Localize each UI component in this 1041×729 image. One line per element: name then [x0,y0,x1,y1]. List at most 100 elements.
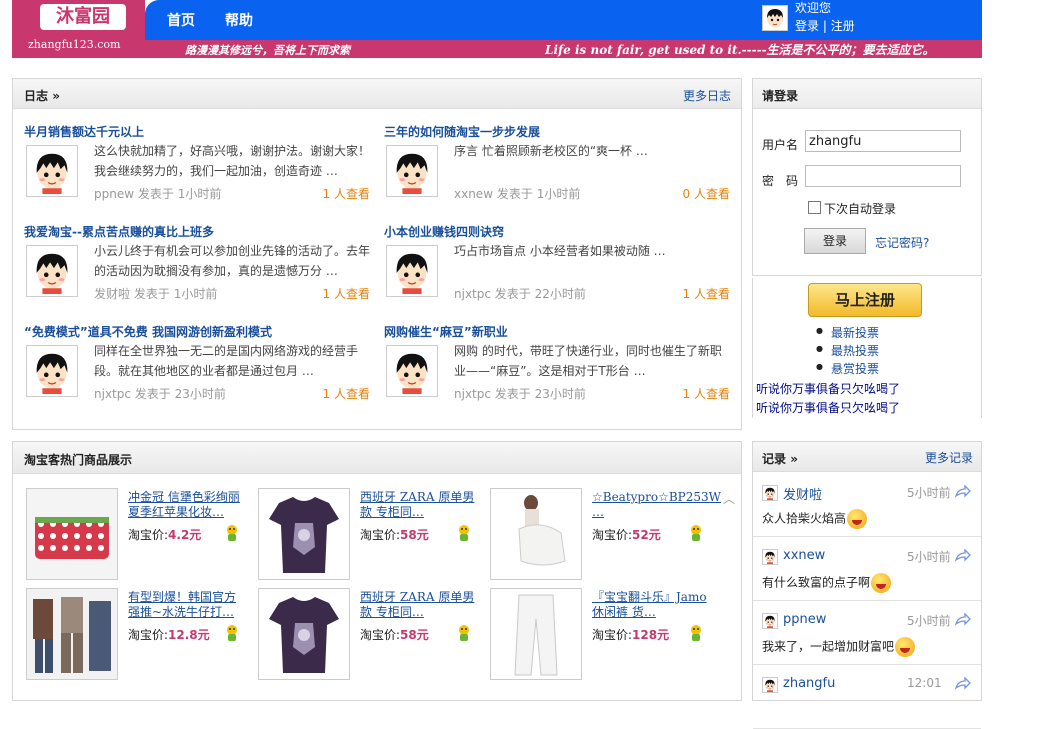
product-price: 58元 [400,628,429,642]
post-excerpt: 小云儿终于有机会可以参加创业先锋的活动了。去年的活动因为耽搁没有参加，真的是遗憾… [94,244,370,278]
thumbs-up-icon[interactable] [224,624,240,642]
post-meta: njxtpc 发表于 23小时前 [94,385,226,402]
author-avatar[interactable] [386,145,438,197]
author-avatar[interactable] [26,145,78,197]
remember-checkbox[interactable] [808,201,821,214]
record-avatar[interactable] [762,485,778,501]
post-title[interactable]: 小本创业赚钱四则诀窍 [384,223,504,240]
site-logo[interactable]: 沐富园 [40,4,126,30]
post-posted-label: 发表于 [496,187,533,201]
author-avatar[interactable] [26,245,78,297]
share-arrow-icon[interactable] [954,548,971,562]
price-label: 淘宝价: [128,628,169,642]
post-title[interactable]: 网购催生“麻豆”新职业 [384,323,508,340]
post-time: 1小时前 [177,187,222,201]
post-author[interactable]: njxtpc [94,387,131,401]
taobao-panel-header: 淘宝客热门商品展示 [13,442,741,474]
product-image[interactable] [258,588,350,680]
forgot-password-link[interactable]: 忘记密码? [875,234,929,251]
record-avatar[interactable] [762,549,778,565]
latest-poll-link[interactable]: 最新投票 [816,324,879,341]
post-views[interactable]: 1 人查看 [683,385,730,402]
post-views[interactable]: 1 人查看 [323,185,370,202]
product-name[interactable]: 西班牙 ZARA 原单男款 专柜同… [360,490,476,520]
post-views[interactable]: 1 人查看 [323,285,370,302]
username-input[interactable] [805,130,961,152]
blog-panel-title[interactable]: 日志 » [24,87,60,104]
product-name[interactable]: 西班牙 ZARA 原单男款 专柜同… [360,590,476,620]
thumbs-up-icon[interactable] [688,524,704,542]
post-excerpt: 巧占市场盲点 小本经营者如果被动随 … [454,244,666,258]
record-avatar[interactable] [762,677,778,693]
record-author[interactable]: zhangfu [783,676,835,691]
remember-label: 下次自动登录 [824,202,897,216]
more-records-link[interactable]: 更多记录 [925,449,973,466]
post-views[interactable]: 0 人查看 [683,185,730,202]
reward-poll-link[interactable]: 悬赏投票 [816,360,879,377]
link-separator: | [822,19,827,33]
product-card: 有型到爆！韩国官方强推~水洗牛仔打… 淘宝价:12.8元 [26,588,251,682]
product-card: 西班牙 ZARA 原单男款 专柜同… 淘宝价:58元 [258,488,483,582]
author-avatar[interactable] [386,345,438,397]
thumbs-up-icon[interactable] [224,524,240,542]
post-meta: xxnew 发表于 1小时前 [454,185,580,202]
logo-area[interactable]: 沐富园 zhangfu123.com [12,0,145,58]
share-arrow-icon[interactable] [954,484,971,498]
login-button[interactable]: 登录 [804,228,866,254]
record-author[interactable]: xxnew [783,548,825,563]
post-posted-label: 发表于 [134,387,171,401]
login-link[interactable]: 登录 [795,19,819,33]
post-meta: njxtpc 发表于 23小时前 [454,385,586,402]
register-link[interactable]: 注册 [831,19,855,33]
thumbs-up-icon[interactable] [688,624,704,642]
product-image[interactable] [490,488,582,580]
product-image[interactable] [490,588,582,680]
post-title[interactable]: 我爱淘宝--累点苦点赚的真比上班多 [24,223,214,240]
record-item: ppnew 5小时前 我来了，一起增加财富吧 [753,601,981,665]
product-price: 52元 [632,528,661,542]
hot-poll-link[interactable]: 最热投票 [816,342,879,359]
post-author[interactable]: njxtpc [454,387,491,401]
more-blogs-link[interactable]: 更多日志 [683,87,731,104]
product-image[interactable] [258,488,350,580]
scroll-up-arrow[interactable]: ︿ [723,490,735,507]
nav-home-link[interactable]: 首页 [167,10,195,30]
product-name[interactable]: 『宝宝翻斗乐』Jamo休闲裤 货… [592,590,708,620]
product-price: 128元 [632,628,670,642]
marquee-line[interactable]: 听说你万事俱备只欠吆喝了 [756,380,900,397]
post-views[interactable]: 1 人查看 [323,385,370,402]
record-author[interactable]: 发财啦 [783,484,822,503]
product-price-row: 淘宝价:58元 [360,626,429,643]
nav-help-link[interactable]: 帮助 [225,10,253,30]
author-avatar[interactable] [26,345,78,397]
post-title[interactable]: “免费模式”道具不免费 我国网游创新盈利模式 [24,323,272,340]
product-name[interactable]: ☆Beatypro☆BP253W … [592,490,721,520]
record-author[interactable]: ppnew [783,612,826,627]
post-title[interactable]: 三年的如何随淘宝一步步发展 [384,123,540,140]
record-avatar[interactable] [762,613,778,629]
post-author[interactable]: njxtpc [454,287,491,301]
post-author[interactable]: 发财啦 [94,287,130,301]
thumbs-up-icon[interactable] [456,524,472,542]
records-panel-title[interactable]: 记录 » [762,450,798,467]
author-avatar[interactable] [386,245,438,297]
post-excerpt: 序言 忙着照顾新老校区的“爽一杯 … [454,144,648,158]
post-title[interactable]: 半月销售额达千元以上 [24,123,144,140]
post-views[interactable]: 1 人查看 [683,285,730,302]
price-label: 淘宝价: [592,628,633,642]
marquee-line[interactable]: 听说你万事俱备只欠吆喝了 [756,399,900,416]
product-name[interactable]: 有型到爆！韩国官方强推~水洗牛仔打… [128,590,244,620]
password-input[interactable] [805,165,961,187]
post-author[interactable]: ppnew [94,187,134,201]
record-time: 5小时前 [907,550,951,564]
user-avatar[interactable] [762,5,788,31]
share-arrow-icon[interactable] [954,612,971,626]
product-name[interactable]: 冲金冠 信犟色彩绚丽夏季红苹果化妆… [128,490,244,520]
product-image[interactable] [26,488,118,580]
thumbs-up-icon[interactable] [456,624,472,642]
register-now-button[interactable]: 马上注册 [808,283,922,317]
post-author[interactable]: xxnew [454,187,493,201]
price-label: 淘宝价: [360,628,401,642]
post-time: 23小时前 [174,387,226,401]
product-image[interactable] [26,588,118,680]
